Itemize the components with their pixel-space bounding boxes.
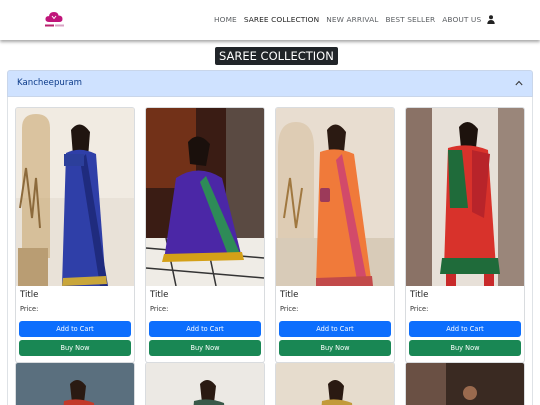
product-image[interactable] <box>276 108 394 286</box>
user-icon[interactable] <box>487 15 495 24</box>
product-card: Title Price: Add to Cart Buy Now <box>405 107 525 363</box>
accordion-header-kancheepuram[interactable]: Kancheepuram <box>7 70 533 97</box>
product-image[interactable] <box>146 108 264 286</box>
buy-now-button[interactable]: Buy Now <box>19 340 131 356</box>
chevron-up-icon <box>515 80 523 86</box>
buy-now-button[interactable]: Buy Now <box>279 340 391 356</box>
nav-saree-collection[interactable]: SAREE COLLECTION <box>244 15 319 24</box>
product-card: Title Price: Add to Cart Buy Now <box>275 107 395 363</box>
nav-links: HOME SAREE COLLECTION NEW ARRIVAL BEST S… <box>214 15 481 24</box>
add-to-cart-button[interactable]: Add to Cart <box>149 321 261 337</box>
product-image[interactable] <box>146 363 265 405</box>
add-to-cart-button[interactable]: Add to Cart <box>19 321 131 337</box>
product-card <box>15 362 135 405</box>
product-title: Title <box>280 290 299 300</box>
logo-wordmark <box>45 24 64 27</box>
product-card <box>405 362 525 405</box>
product-title: Title <box>410 290 429 300</box>
product-price: Price: <box>20 305 39 313</box>
product-image[interactable] <box>406 363 525 405</box>
product-price: Price: <box>280 305 299 313</box>
product-price: Price: <box>410 305 429 313</box>
product-card: Title Price: Add to Cart Buy Now <box>15 107 135 363</box>
product-card: Title Price: Add to Cart Buy Now <box>145 107 265 363</box>
product-price: Price: <box>150 305 169 313</box>
add-to-cart-button[interactable]: Add to Cart <box>409 321 521 337</box>
accordion-title: Kancheepuram <box>17 78 83 88</box>
product-card <box>275 362 395 405</box>
product-image[interactable] <box>16 108 134 286</box>
nav-home[interactable]: HOME <box>214 15 237 24</box>
cloud-icon <box>45 12 63 22</box>
nav-about-us[interactable]: ABOUT US <box>442 15 481 24</box>
nav-best-seller[interactable]: BEST SELLER <box>385 15 435 24</box>
product-title: Title <box>20 290 39 300</box>
buy-now-button[interactable]: Buy Now <box>409 340 521 356</box>
product-image[interactable] <box>16 363 135 405</box>
navbar: HOME SAREE COLLECTION NEW ARRIVAL BEST S… <box>0 0 540 40</box>
buy-now-button[interactable]: Buy Now <box>149 340 261 356</box>
page-title: SAREE COLLECTION <box>215 47 338 65</box>
product-image[interactable] <box>406 108 524 286</box>
product-title: Title <box>150 290 169 300</box>
nav-new-arrival[interactable]: NEW ARRIVAL <box>326 15 378 24</box>
product-card <box>145 362 265 405</box>
cloud-logo-icon[interactable] <box>44 11 66 29</box>
product-image[interactable] <box>276 363 395 405</box>
add-to-cart-button[interactable]: Add to Cart <box>279 321 391 337</box>
